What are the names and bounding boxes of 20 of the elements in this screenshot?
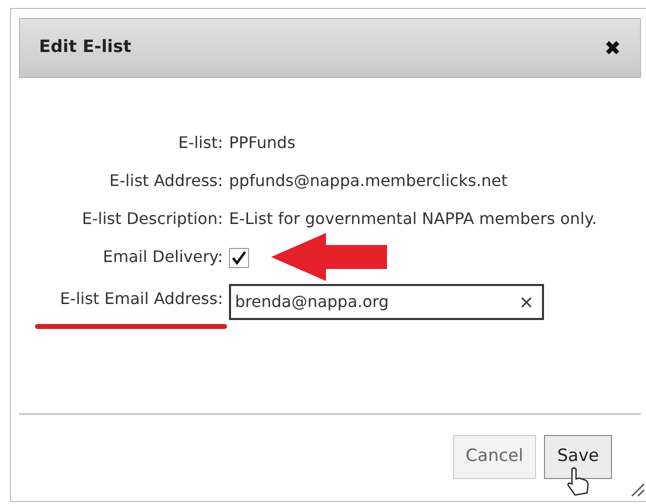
hand-cursor-icon (566, 467, 590, 497)
cancel-button[interactable]: Cancel (452, 435, 536, 479)
resize-grip-icon (629, 481, 645, 497)
field-value: E-List for governmental NAPPA members only. (229, 208, 598, 230)
email-field[interactable]: brenda@nappa.org × (229, 284, 544, 320)
arrow-icon (271, 233, 387, 281)
field-label: E-list Description: (82, 208, 223, 230)
field-label: E-list: (178, 132, 223, 154)
field-value: ppfunds@nappa.memberclicks.net (229, 170, 509, 192)
clear-button[interactable]: × (514, 288, 538, 316)
field-value: PPFunds (229, 132, 296, 154)
dialog-title: Edit E-list (39, 36, 132, 60)
save-button[interactable]: Save (544, 435, 612, 479)
field-label: E-list Address: (109, 170, 223, 192)
field-value: brenda@nappa.org (235, 291, 389, 313)
checkbox[interactable] (229, 248, 249, 268)
check-icon (231, 250, 247, 266)
field-label: Email Delivery: (102, 246, 223, 268)
close-button[interactable]: ✖ (604, 33, 621, 63)
field-label: E-list Email Address: (60, 288, 223, 310)
